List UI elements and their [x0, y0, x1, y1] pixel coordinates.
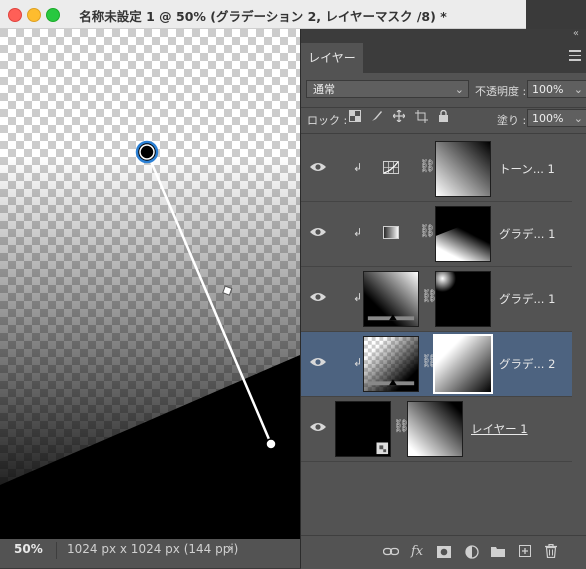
lock-image-pixels-icon[interactable]	[371, 110, 383, 122]
opacity-value: 100%	[532, 83, 564, 96]
layer-row[interactable]: ↲ ⛓ グラデ... 1	[301, 202, 572, 267]
blend-mode-select[interactable]: 通常 ⌄	[306, 80, 469, 98]
lock-artboard-icon[interactable]	[415, 110, 428, 123]
mask-link-icon[interactable]: ⛓	[419, 159, 436, 174]
lock-position-icon[interactable]	[393, 110, 405, 122]
clipping-arrow-icon: ↲	[353, 226, 363, 239]
tone-curve-icon	[383, 161, 399, 174]
panel-tab-bar: レイヤー	[301, 43, 586, 73]
panel-menu-icon[interactable]	[569, 50, 581, 64]
lock-all-icon[interactable]	[438, 110, 449, 122]
opacity-label: 不透明度 :	[475, 85, 527, 98]
layer-name[interactable]: グラデ... 2	[499, 356, 555, 372]
layer-mask-thumbnail[interactable]	[407, 401, 463, 457]
opacity-field[interactable]: 100% ⌄	[527, 80, 586, 98]
layer-thumbnail[interactable]	[335, 401, 391, 457]
new-layer-icon[interactable]	[519, 545, 531, 557]
fx-icon[interactable]: fx	[411, 544, 423, 559]
clipping-arrow-icon: ↲	[353, 291, 363, 304]
clipping-arrow-icon: ↲	[353, 356, 363, 369]
title-bar[interactable]: 名称未設定 1 @ 50% (グラデーション 2, レイヤーマスク /8) *	[0, 0, 526, 29]
layers-panel-footer: fx	[301, 535, 586, 569]
layer-row[interactable]: ↲ ⛓ トーン... 1	[301, 137, 572, 202]
chevron-down-icon[interactable]: ⌄	[574, 110, 583, 128]
layer-name[interactable]: グラデ... 1	[499, 226, 555, 242]
layers-panel: « レイヤー 通常 ⌄ 不透明度 : 100% ⌄ ロック : 塗り : 100…	[300, 28, 586, 569]
layer-name[interactable]: グラデ... 1	[499, 291, 555, 307]
eye-icon[interactable]	[309, 226, 327, 238]
divider	[301, 107, 586, 108]
add-mask-icon[interactable]	[437, 546, 451, 558]
gradient-fill-thumbnail[interactable]	[363, 271, 419, 327]
gradient-map-icon	[383, 226, 399, 239]
divider	[301, 133, 586, 134]
chevron-down-icon[interactable]: ⌄	[574, 81, 583, 99]
blend-row: 通常 ⌄ 不透明度 : 100% ⌄	[301, 77, 586, 103]
fill-value: 100%	[532, 112, 564, 125]
panel-header-strip: «	[301, 28, 586, 43]
eye-icon[interactable]	[309, 161, 327, 173]
delete-icon[interactable]	[545, 544, 557, 558]
layer-mask-thumbnail[interactable]	[435, 271, 491, 327]
document-info: 1024 px x 1024 px (144 ppi)	[56, 542, 248, 559]
layer-mask-thumbnail[interactable]	[435, 141, 491, 197]
panel-scrollbar[interactable]	[572, 162, 586, 534]
layer-mask-thumbnail-selected[interactable]	[433, 334, 493, 394]
gradient-end-handle[interactable]	[265, 438, 277, 450]
tab-layers[interactable]: レイヤー	[301, 43, 363, 73]
new-group-icon[interactable]	[491, 546, 505, 557]
status-menu-chevron[interactable]: ›	[228, 541, 233, 555]
collapse-panel-icon[interactable]: «	[573, 28, 579, 39]
gradient-start-handle-inner	[139, 144, 155, 160]
fill-field[interactable]: 100% ⌄	[527, 109, 586, 127]
eye-icon[interactable]	[309, 356, 327, 368]
chevron-down-icon: ⌄	[454, 83, 464, 96]
layer-name[interactable]: レイヤー 1	[471, 421, 528, 437]
eye-icon[interactable]	[309, 291, 327, 303]
eye-icon[interactable]	[309, 421, 327, 433]
gradient-fill-thumbnail[interactable]	[363, 336, 419, 392]
link-layers-icon[interactable]	[383, 547, 399, 557]
layer-row[interactable]: ⛓ レイヤー 1	[301, 397, 572, 462]
lock-label: ロック :	[307, 114, 348, 127]
mask-link-icon[interactable]: ⛓	[419, 224, 436, 239]
adjustment-layer-icon[interactable]	[465, 545, 479, 559]
layer-row[interactable]: ↲ ⛓ グラデ... 1	[301, 267, 572, 332]
fill-label: 塗り :	[497, 114, 527, 127]
window-title: 名称未設定 1 @ 50% (グラデーション 2, レイヤーマスク /8) *	[79, 9, 447, 24]
layer-row-selected[interactable]: ↲ ⛓ グラデ... 2	[301, 332, 572, 397]
lock-transparent-pixels-icon[interactable]	[349, 110, 361, 122]
clipping-arrow-icon: ↲	[353, 161, 363, 174]
layer-name[interactable]: トーン... 1	[499, 161, 555, 177]
layer-mask-thumbnail[interactable]	[435, 206, 491, 262]
zoom-level[interactable]: 50%	[14, 542, 43, 556]
blend-mode-value: 通常	[313, 83, 335, 96]
